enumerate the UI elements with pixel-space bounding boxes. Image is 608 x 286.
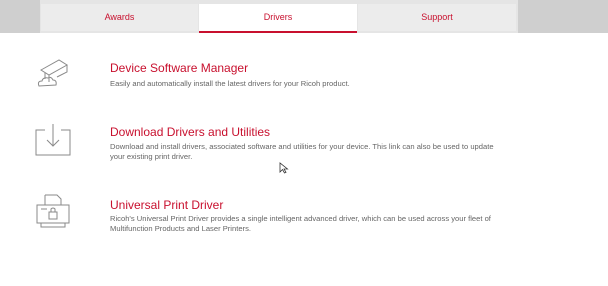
item-description: Ricoh's Universal Print Driver provides … xyxy=(110,214,491,233)
item-title[interactable]: Universal Print Driver xyxy=(110,198,223,212)
printer-icon xyxy=(33,193,73,229)
download-icon xyxy=(33,122,73,158)
mouse-cursor-icon xyxy=(279,161,289,174)
item-description: Easily and automatically install the lat… xyxy=(110,79,350,88)
tab-support[interactable]: Support xyxy=(358,4,516,31)
item-description: Download and install drivers, associated… xyxy=(110,142,494,161)
device-software-manager-icon xyxy=(33,56,73,92)
tab-drivers[interactable]: Drivers xyxy=(199,4,357,33)
item-title[interactable]: Device Software Manager xyxy=(110,61,248,75)
tab-bar-edge-left xyxy=(0,0,40,33)
tab-bar: Awards Drivers Support xyxy=(0,0,608,33)
item-title[interactable]: Download Drivers and Utilities xyxy=(110,125,270,139)
tab-awards[interactable]: Awards xyxy=(41,4,198,31)
tab-bar-edge-right xyxy=(518,0,608,33)
